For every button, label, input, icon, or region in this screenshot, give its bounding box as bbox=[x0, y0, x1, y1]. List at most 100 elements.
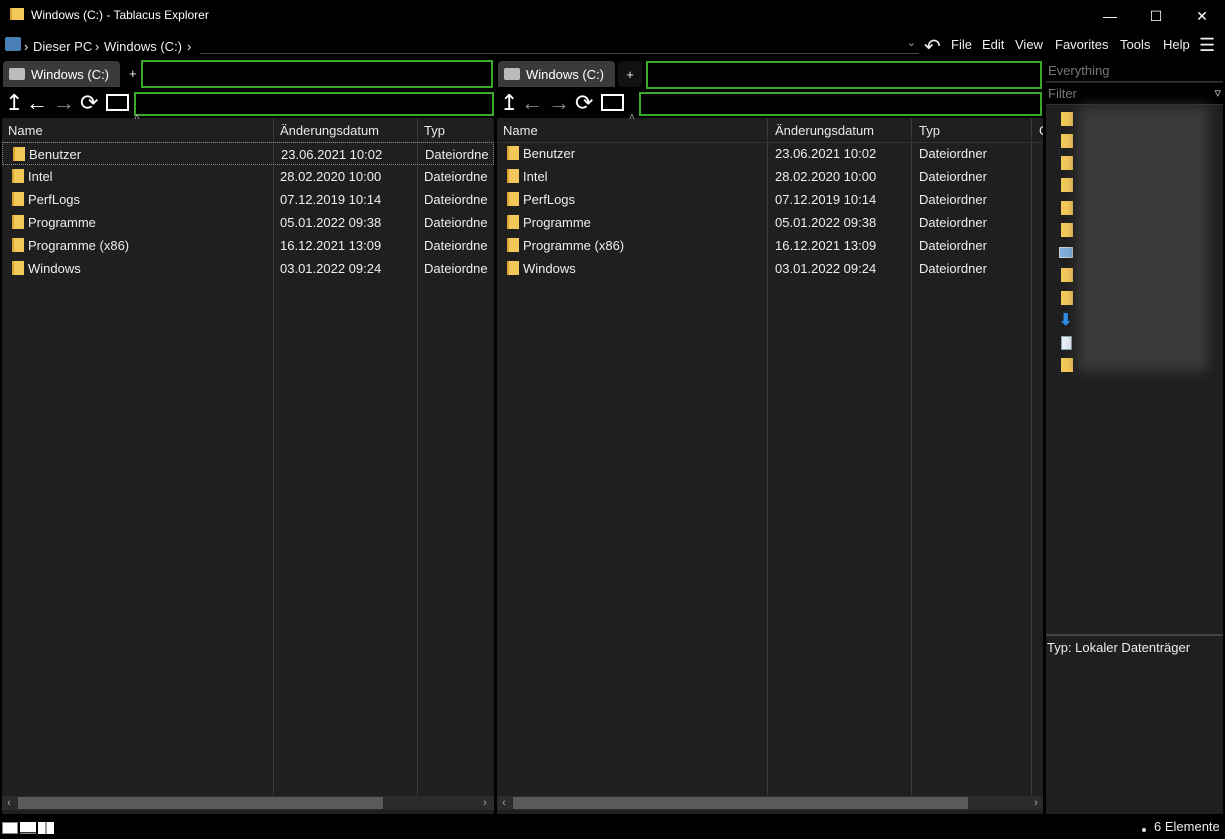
table-row[interactable]: Windows 03.01.2022 09:24 Dateiordne bbox=[2, 257, 494, 280]
breadcrumb-this-pc[interactable]: Dieser PC bbox=[33, 39, 92, 54]
scroll-thumb[interactable] bbox=[18, 797, 383, 809]
refresh-icon[interactable]: ⟳ bbox=[575, 90, 593, 116]
file-date: 05.01.2022 09:38 bbox=[775, 215, 877, 230]
scroll-left-icon[interactable]: ‹ bbox=[497, 796, 511, 810]
folder-icon[interactable] bbox=[1061, 291, 1073, 305]
download-icon[interactable]: ⬇ bbox=[1059, 310, 1072, 330]
forward-icon[interactable]: → bbox=[548, 90, 570, 116]
right-tab-bar-box bbox=[646, 61, 1042, 89]
table-row[interactable]: PerfLogs 07.12.2019 10:14 Dateiordne bbox=[2, 188, 494, 211]
pane-divider[interactable] bbox=[494, 118, 497, 814]
file-date: 03.01.2022 09:24 bbox=[280, 261, 382, 276]
document-icon[interactable] bbox=[1061, 336, 1072, 350]
minimize-button[interactable]: — bbox=[1087, 0, 1133, 32]
menu-tools[interactable]: Tools bbox=[1120, 37, 1150, 52]
table-row[interactable]: Programme 05.01.2022 09:38 Dateiordne bbox=[2, 211, 494, 234]
scroll-right-icon[interactable]: › bbox=[1029, 796, 1043, 810]
column-header-type[interactable]: Typ bbox=[418, 118, 494, 142]
horizontal-scrollbar[interactable]: ‹ › bbox=[497, 796, 1043, 810]
scroll-thumb[interactable] bbox=[513, 797, 968, 809]
filter-icon[interactable]: ▿ bbox=[1214, 85, 1221, 101]
menu-help[interactable]: Help bbox=[1163, 37, 1190, 52]
table-row[interactable]: Benutzer 23.06.2021 10:02 Dateiordner bbox=[497, 142, 1043, 165]
tab-left-drive[interactable]: Windows (C:) bbox=[3, 61, 120, 87]
folder-icon[interactable] bbox=[1061, 112, 1073, 126]
folder-icon[interactable] bbox=[1061, 134, 1073, 148]
column-header-name[interactable]: Name bbox=[2, 118, 272, 142]
refresh-icon[interactable]: ⟳ bbox=[80, 90, 98, 116]
up-icon[interactable]: ↥ bbox=[5, 90, 23, 116]
file-type: Dateiordner bbox=[919, 238, 987, 253]
folder-icon[interactable] bbox=[1061, 201, 1073, 215]
scroll-right-icon[interactable]: › bbox=[478, 796, 492, 810]
filter-placeholder: Filter bbox=[1048, 86, 1077, 101]
options-icon[interactable]: ☰ bbox=[1199, 35, 1215, 56]
folder-icon[interactable] bbox=[1061, 156, 1073, 170]
file-name: Programme bbox=[28, 215, 96, 230]
breadcrumb-separator: › bbox=[187, 39, 192, 54]
horizontal-scrollbar[interactable]: ‹ › bbox=[2, 796, 494, 810]
new-folder-icon[interactable] bbox=[106, 94, 129, 111]
left-toolbar: ↥ ← → ⟳ bbox=[0, 90, 135, 116]
panel-divider bbox=[1046, 634, 1223, 636]
table-row[interactable]: Intel 28.02.2020 10:00 Dateiordner bbox=[497, 165, 1043, 188]
table-row[interactable]: Benutzer 23.06.2021 10:02 Dateiordne bbox=[2, 142, 494, 165]
back-icon[interactable]: ← bbox=[521, 90, 543, 116]
undo-icon[interactable]: ↶ bbox=[924, 34, 941, 59]
back-icon[interactable]: ← bbox=[26, 90, 48, 116]
column-header-type[interactable]: Typ bbox=[913, 118, 1031, 142]
picture-folder-icon[interactable] bbox=[1059, 247, 1073, 258]
vertical-split-layout-icon[interactable] bbox=[38, 822, 54, 834]
folder-icon bbox=[12, 238, 24, 252]
new-tab-button[interactable]: + bbox=[618, 61, 642, 87]
folder-icon bbox=[507, 169, 519, 183]
table-row[interactable]: Programme (x86) 16.12.2021 13:09 Dateior… bbox=[2, 234, 494, 257]
folder-icon[interactable] bbox=[1061, 358, 1073, 372]
right-search-box[interactable] bbox=[639, 92, 1042, 116]
folder-icon[interactable] bbox=[1061, 178, 1073, 192]
everything-search-input[interactable]: Everything bbox=[1046, 60, 1223, 82]
file-name: Windows bbox=[28, 261, 81, 276]
new-tab-button[interactable]: + bbox=[129, 66, 137, 81]
menu-view[interactable]: View bbox=[1015, 37, 1043, 52]
side-panel: Everything Filter ▿ ⬇ Typ: Lokaler Daten… bbox=[1046, 60, 1223, 814]
table-row[interactable]: Programme 05.01.2022 09:38 Dateiordner bbox=[497, 211, 1043, 234]
address-dropdown[interactable]: ⌄ bbox=[200, 36, 919, 54]
up-icon[interactable]: ↥ bbox=[500, 90, 518, 116]
folder-icon[interactable] bbox=[1061, 268, 1073, 282]
table-row[interactable]: Intel 28.02.2020 10:00 Dateiordne bbox=[2, 165, 494, 188]
menu-file[interactable]: File bbox=[951, 37, 972, 52]
column-header-size[interactable]: G bbox=[1033, 118, 1043, 142]
pane-divider[interactable] bbox=[1043, 60, 1046, 814]
filter-input[interactable]: Filter ▿ bbox=[1046, 83, 1223, 105]
scroll-left-icon[interactable]: ‹ bbox=[2, 796, 16, 810]
menu-edit[interactable]: Edit bbox=[982, 37, 1004, 52]
close-button[interactable]: ✕ bbox=[1179, 0, 1225, 32]
table-row[interactable]: Windows 03.01.2022 09:24 Dateiordner bbox=[497, 257, 1043, 280]
info-text: Typ: Lokaler Datenträger bbox=[1047, 640, 1191, 655]
tab-label: Windows (C:) bbox=[31, 66, 110, 82]
file-date: 07.12.2019 10:14 bbox=[280, 192, 382, 207]
column-header-date[interactable]: Änderungsdatum bbox=[769, 118, 911, 142]
file-type: Dateiordner bbox=[919, 192, 987, 207]
horizontal-split-layout-icon[interactable] bbox=[20, 822, 36, 834]
left-search-box[interactable] bbox=[134, 92, 494, 116]
folder-icon[interactable] bbox=[1061, 223, 1073, 237]
blurred-tree-labels bbox=[1078, 106, 1208, 371]
menu-favorites[interactable]: Favorites bbox=[1055, 37, 1108, 52]
folder-icon bbox=[507, 261, 519, 275]
forward-icon[interactable]: → bbox=[53, 90, 75, 116]
file-date: 23.06.2021 10:02 bbox=[281, 147, 383, 162]
breadcrumb-drive[interactable]: Windows (C:) bbox=[104, 39, 182, 54]
table-row[interactable]: Programme (x86) 16.12.2021 13:09 Dateior… bbox=[497, 234, 1043, 257]
title-bar: Windows (C:) - Tablacus Explorer — ☐ ✕ bbox=[0, 0, 1225, 32]
column-header-date[interactable]: Änderungsdatum bbox=[274, 118, 416, 142]
tab-right-drive[interactable]: Windows (C:) bbox=[498, 61, 615, 87]
single-pane-layout-icon[interactable] bbox=[2, 822, 18, 834]
right-toolbar: ↥ ← → ⟳ bbox=[495, 90, 635, 116]
new-folder-icon[interactable] bbox=[601, 94, 624, 111]
table-row[interactable]: PerfLogs 07.12.2019 10:14 Dateiordner bbox=[497, 188, 1043, 211]
folder-icon bbox=[12, 215, 24, 229]
maximize-button[interactable]: ☐ bbox=[1133, 0, 1179, 32]
column-header-name[interactable]: Name bbox=[497, 118, 767, 142]
